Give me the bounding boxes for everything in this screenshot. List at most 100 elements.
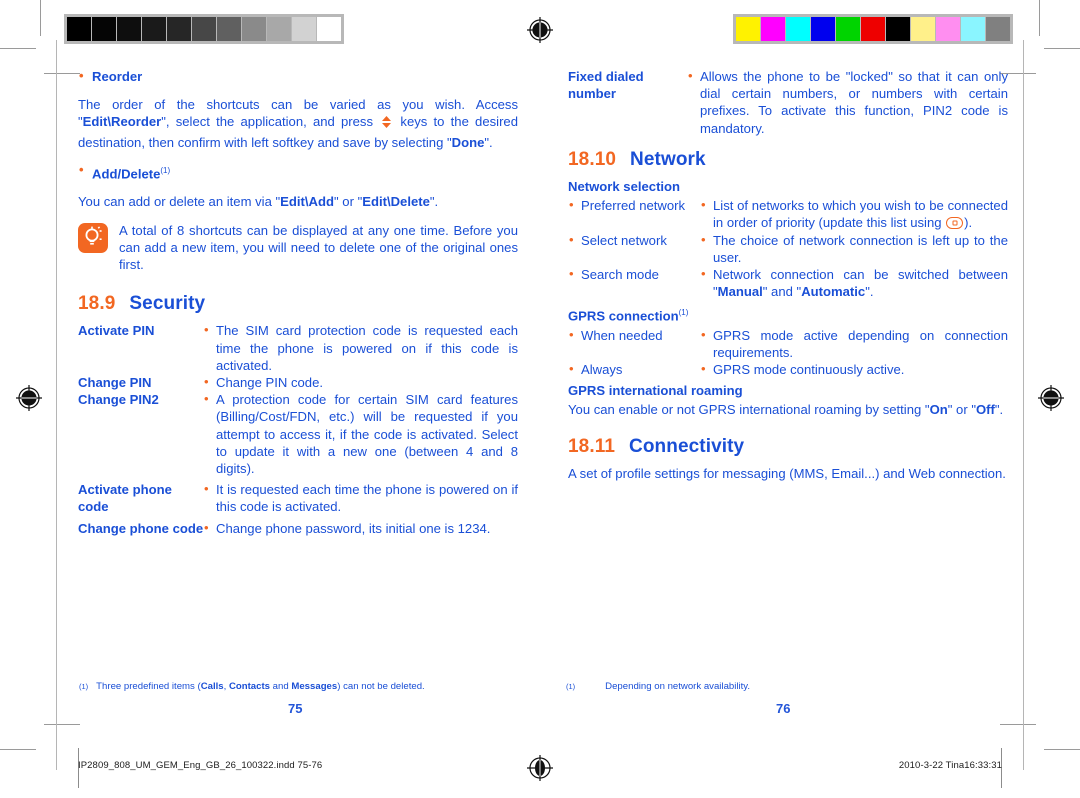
search-mode-text-mid: " and "	[762, 284, 802, 300]
calibration-swatch-0	[67, 17, 91, 41]
gprs-row-when-needed: When needed GPRS mode active depending o…	[568, 326, 1008, 361]
search-mode-bold-manual: Manual	[717, 284, 763, 300]
term-label: Change PIN	[78, 375, 152, 390]
term-description: GPRS mode active depending on connection…	[701, 326, 1008, 361]
add-delete-heading: Add/Delete(1)	[78, 161, 518, 183]
color-calibration-bar	[733, 14, 1013, 44]
add-delete-text-3: ".	[429, 194, 439, 210]
left-page-column: Reorder The order of the shortcuts can b…	[78, 67, 518, 537]
security-row-activate-pin: Activate PIN The SIM card protection cod…	[78, 321, 518, 374]
footnote-marker: (1)	[566, 682, 576, 691]
left-page-number: 75	[288, 701, 303, 716]
search-mode-bold-automatic: Automatic	[801, 284, 866, 300]
registration-mark-top	[527, 17, 553, 43]
crop-mark-top-right-v	[1039, 0, 1040, 36]
crop-mark-bottom-left-h2	[44, 724, 80, 725]
registration-mark-bottom	[527, 755, 553, 781]
tip-text: A total of 8 shortcuts can be displayed …	[119, 222, 518, 272]
slug-filename: IP2809_808_UM_GEM_Eng_GB_26_100322.indd …	[78, 760, 323, 771]
calibration-swatch-6	[217, 17, 241, 41]
preferred-network-text-2: ).	[964, 215, 973, 231]
calibration-swatch-7	[911, 17, 935, 41]
registration-mark-right	[1038, 385, 1064, 411]
up-down-arrow-key-icon	[381, 115, 392, 133]
term-description: Change PIN code.	[204, 373, 518, 391]
add-delete-bold-edit-add: Edit\Add	[280, 194, 334, 210]
crop-mark-top-right-h	[1044, 48, 1080, 49]
term-description: Allows the phone to be "locked" so that …	[688, 67, 1008, 137]
calibration-swatch-7	[242, 17, 266, 41]
footnote-text-1: Three predefined items (	[96, 681, 201, 692]
gray-calibration-bar	[64, 14, 344, 44]
term-label: Fixed dialed number	[568, 69, 644, 102]
connectivity-paragraph: A set of profile settings for messaging …	[568, 466, 1006, 482]
network-row-search-mode: Search mode Network connection can be sw…	[568, 265, 1008, 300]
calibration-swatch-5	[861, 17, 885, 41]
network-row-select-network: Select network The choice of network con…	[568, 231, 1008, 266]
footnote-bold-messages: Messages	[291, 681, 338, 692]
trim-line-right	[1023, 40, 1024, 770]
footnote-text: Three predefined items (Calls, Contacts …	[96, 680, 425, 693]
calibration-swatch-3	[142, 17, 166, 41]
calibration-swatch-10	[986, 17, 1010, 41]
ok-key-icon	[946, 217, 964, 230]
security-row-change-pin: Change PIN Change PIN code.	[78, 373, 518, 391]
calibration-swatch-2	[117, 17, 141, 41]
security-section-heading: 18.9 Security	[78, 293, 518, 315]
gprs-connection-heading: GPRS connection(1)	[568, 304, 1008, 325]
reorder-bold-edit-reorder: Edit\Reorder	[82, 114, 162, 130]
gprs-row-always: Always GPRS mode continuously active.	[568, 360, 1008, 378]
add-delete-text-2: " or "	[334, 194, 363, 210]
crop-mark-bottom-left-h	[0, 749, 36, 750]
security-section-title: Security	[129, 293, 206, 315]
term-label: Activate PIN	[78, 323, 155, 339]
security-row-fixed-dialed-number: Fixed dialed number Allows the phone to …	[568, 67, 1008, 137]
gprs-roaming-bold-off: Off	[975, 401, 995, 417]
calibration-swatch-2	[786, 17, 810, 41]
term-description: The SIM card protection code is requeste…	[204, 321, 518, 374]
network-section-heading: 18.10 Network	[568, 148, 1008, 170]
reorder-heading: Reorder	[78, 67, 518, 85]
calibration-swatch-1	[761, 17, 785, 41]
right-page-number: 76	[776, 701, 791, 716]
registration-mark-left	[16, 385, 42, 411]
reorder-text-4: ".	[484, 134, 493, 150]
manual-page-spread: Reorder The order of the shortcuts can b…	[0, 0, 1080, 798]
calibration-swatch-1	[92, 17, 116, 41]
network-section-number: 18.10	[568, 148, 617, 170]
footnote-text: Depending on network availability.	[605, 681, 751, 692]
left-page-footnote: (1) Three predefined items (Calls, Conta…	[79, 680, 519, 693]
tip-callout: A total of 8 shortcuts can be displayed …	[78, 222, 518, 274]
term-label: Select network	[568, 231, 701, 266]
term-label: Change phone code	[78, 520, 204, 536]
calibration-swatch-8	[936, 17, 960, 41]
network-selection-heading: Network selection	[568, 179, 681, 195]
right-page-footnote: (1) Depending on network availability.	[566, 680, 1006, 693]
calibration-swatch-3	[811, 17, 835, 41]
gprs-connection-footnote-marker: (1)	[678, 308, 689, 318]
gprs-roaming-bold-on: On	[929, 401, 948, 417]
slug-timestamp: 2010-3-22 Tina16:33:31	[898, 760, 1002, 771]
term-description: Network connection can be switched betwe…	[701, 265, 1008, 300]
reorder-text-2: ", select the application, and press	[161, 114, 380, 130]
term-label: Always	[568, 360, 701, 378]
gprs-roaming-text-3: ".	[994, 401, 1004, 417]
crop-mark-top-left-h2	[44, 73, 80, 74]
term-description: A protection code for certain SIM card f…	[204, 390, 518, 477]
gprs-roaming-text-1: You can enable or not GPRS international…	[568, 401, 930, 417]
right-page-column: Fixed dialed number Allows the phone to …	[568, 67, 1008, 482]
term-label: Preferred network	[568, 196, 701, 231]
calibration-swatch-4	[167, 17, 191, 41]
term-label: Search mode	[568, 265, 701, 300]
gprs-roaming-text-2: " or "	[947, 401, 976, 417]
network-row-preferred-network: Preferred network List of networks to wh…	[568, 196, 1008, 231]
term-description: List of networks to which you wish to be…	[701, 196, 1008, 231]
security-row-change-phone-code: Change phone code Change phone password,…	[78, 519, 518, 537]
reorder-bold-done: Done	[451, 134, 485, 150]
lightbulb-icon	[78, 222, 108, 253]
term-description: The choice of network connection is left…	[701, 231, 1008, 266]
term-label: When needed	[568, 326, 701, 361]
connectivity-section-heading: 18.11 Connectivity	[568, 437, 1008, 456]
crop-mark-bottom-right-h2	[1000, 724, 1036, 725]
security-section-number: 18.9	[78, 293, 116, 315]
